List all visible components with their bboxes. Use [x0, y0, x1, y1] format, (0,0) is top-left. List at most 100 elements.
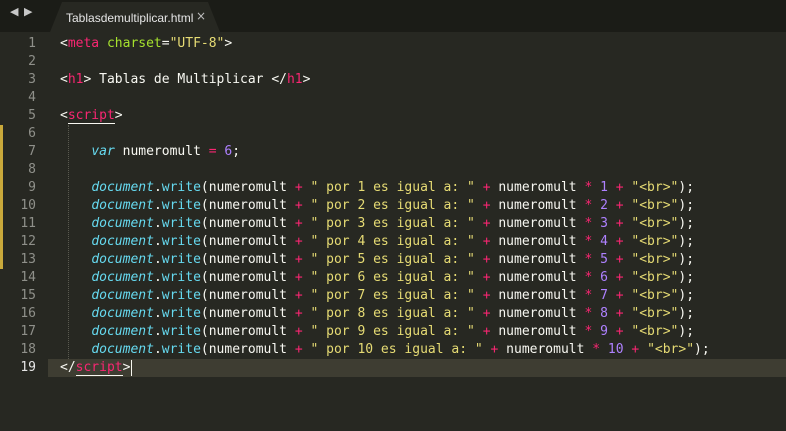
code-token: 7	[600, 288, 608, 303]
code-token: es igual a: "	[373, 342, 483, 357]
code-token: ;	[232, 144, 241, 159]
code-token: +	[615, 252, 624, 267]
code-token: <	[60, 36, 68, 51]
code-token: h1	[286, 72, 303, 87]
code-line[interactable]: document.write(numeromult + " por 2 es i…	[60, 197, 694, 215]
code-line[interactable]: document.write(numeromult + " por 7 es i…	[60, 287, 694, 305]
code-line[interactable]: </script>	[60, 359, 130, 377]
code-token: es igual a: "	[365, 270, 475, 285]
code-token: "<br>"	[631, 306, 679, 321]
code-token: (numeromult	[200, 198, 295, 213]
tab-tablasdemultiplicar[interactable]: Tablasdemultiplicar.html ×	[50, 2, 220, 32]
line-number: 2	[28, 54, 36, 69]
code-line[interactable]: <script>	[60, 107, 123, 125]
code-token: "UTF-8"	[169, 36, 225, 51]
tab-bar: ◀ ▶ Tablasdemultiplicar.html ×	[0, 0, 786, 32]
code-token: " por	[310, 198, 358, 213]
code-token: " por	[310, 252, 358, 267]
code-token: numeromult	[490, 180, 585, 195]
code-line[interactable]: document.write(numeromult + " por 3 es i…	[60, 215, 694, 233]
code-token: .	[153, 198, 162, 213]
back-arrow-icon[interactable]: ◀	[10, 6, 18, 18]
code-token: 9	[600, 324, 608, 339]
code-token: +	[615, 270, 624, 285]
code-line[interactable]: <meta charset="UTF-8">	[60, 35, 232, 53]
code-token: +	[294, 342, 303, 357]
code-token: document	[91, 324, 154, 339]
code-line[interactable]: document.write(numeromult + " por 9 es i…	[60, 323, 694, 341]
code-token: +	[294, 180, 303, 195]
code-token: );	[678, 180, 695, 195]
indent-guide	[68, 125, 69, 359]
code-token: 6	[600, 270, 608, 285]
code-line[interactable]: document.write(numeromult + " por 10 es …	[60, 341, 709, 359]
code-token: 10	[607, 342, 624, 357]
code-token: es igual a: "	[365, 288, 475, 303]
code-token: numeromult	[498, 342, 593, 357]
code-token: +	[615, 198, 624, 213]
code-line[interactable]: document.write(numeromult + " por 4 es i…	[60, 233, 694, 251]
code-token: document	[91, 306, 154, 321]
code-token: h1	[67, 72, 84, 87]
text-cursor	[131, 360, 132, 376]
code-token: 4	[600, 234, 608, 249]
code-token: es igual a: "	[365, 306, 475, 321]
code-token: >	[302, 72, 311, 87]
close-icon[interactable]: ×	[196, 9, 206, 23]
code-token: >	[122, 360, 131, 375]
code-token: );	[678, 216, 695, 231]
code-token: .	[153, 324, 162, 339]
code-token: +	[615, 216, 624, 231]
code-token: 10	[357, 342, 374, 357]
code-token: +	[294, 198, 303, 213]
line-number: 10	[20, 198, 36, 213]
code-token: +	[294, 324, 303, 339]
code-token: =	[208, 144, 217, 159]
code-line[interactable]: <h1> Tablas de Multiplicar </h1>	[60, 71, 310, 89]
line-number: 18	[20, 342, 36, 357]
code-token: write	[161, 288, 201, 303]
code-line[interactable]: var numeromult = 6;	[60, 143, 240, 161]
code-token: +	[615, 180, 624, 195]
code-token: " por	[310, 216, 358, 231]
code-token: document	[91, 342, 154, 357]
line-number: 6	[28, 126, 36, 141]
code-token: numeromult	[490, 216, 585, 231]
code-token: "<br>"	[631, 198, 679, 213]
code-token: +	[482, 234, 491, 249]
code-token: (numeromult	[200, 288, 295, 303]
code-token: es igual a: "	[365, 198, 475, 213]
code-line[interactable]: document.write(numeromult + " por 5 es i…	[60, 251, 694, 269]
code-token: >	[224, 36, 233, 51]
code-token: +	[615, 288, 624, 303]
forward-arrow-icon[interactable]: ▶	[24, 6, 32, 18]
code-token: <	[60, 108, 68, 123]
code-line[interactable]: document.write(numeromult + " por 6 es i…	[60, 269, 694, 287]
code-token: =	[161, 36, 170, 51]
code-token: .	[153, 234, 162, 249]
code-line[interactable]: document.write(numeromult + " por 1 es i…	[60, 179, 694, 197]
code-token: (numeromult	[200, 252, 295, 267]
code-token: (numeromult	[200, 324, 295, 339]
code-line[interactable]: document.write(numeromult + " por 8 es i…	[60, 305, 694, 323]
code-token: "<br>"	[631, 180, 679, 195]
